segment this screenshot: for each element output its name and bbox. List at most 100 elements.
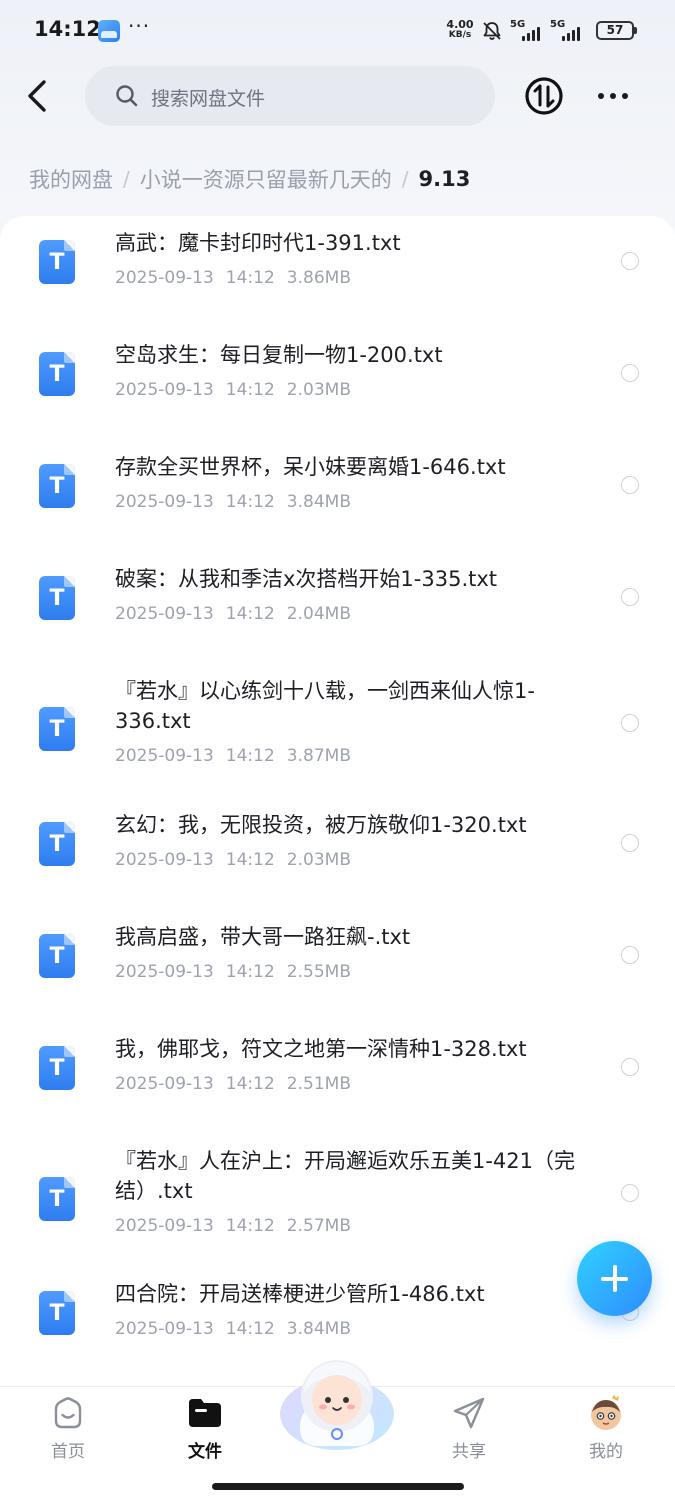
file-date: 2025-09-13 — [115, 746, 214, 766]
file-row[interactable]: T 空岛求生：每日复制一物1-200.txt 2025-09-13 14:12 2.03… — [0, 340, 675, 450]
nav-files[interactable]: 文件 — [145, 1387, 265, 1477]
file-time: 14:12 — [225, 1319, 275, 1339]
file-row[interactable]: T 破案：从我和季洁x次搭档开始1-335.txt 2025-09-13 14:12 2… — [0, 564, 675, 674]
select-checkbox[interactable] — [621, 252, 639, 270]
txt-file-icon: T — [39, 707, 75, 751]
file-size: 2.04MB — [286, 604, 351, 624]
file-name: 破案：从我和季洁x次搭档开始1-335.txt — [115, 567, 498, 591]
file-date: 2025-09-13 — [115, 962, 214, 982]
file-type-letter: T — [49, 1301, 65, 1326]
select-checkbox[interactable] — [621, 1058, 639, 1076]
status-more-dots: ··· — [128, 14, 151, 38]
file-row[interactable]: T 高武：魔卡封印时代1-391.txt 2025-09-13 14:12 3.86MB — [0, 228, 675, 338]
nav-home-label: 首页 — [51, 1442, 85, 1462]
breadcrumb-root[interactable]: 我的网盘 — [29, 164, 113, 194]
back-button[interactable] — [20, 74, 60, 118]
file-time: 14:12 — [225, 1074, 275, 1094]
avatar-icon — [591, 1395, 621, 1430]
file-list: T 高武：魔卡封印时代1-391.txt 2025-09-13 14:12 3.86MB… — [0, 216, 675, 1386]
file-size: 2.55MB — [286, 962, 351, 982]
txt-file-icon: T — [39, 822, 75, 866]
nav-mine-label: 我的 — [589, 1442, 623, 1462]
breadcrumb-current: 9.13 — [418, 167, 471, 191]
chevron-left-icon — [28, 80, 46, 112]
txt-file-icon: T — [39, 464, 75, 508]
battery-icon: 57 — [596, 21, 637, 40]
send-icon — [453, 1397, 485, 1429]
status-bar: 14:12 ··· 4.00 KB/s 5G 5G 57 — [0, 0, 675, 62]
txt-file-icon: T — [39, 1177, 75, 1221]
file-date: 2025-09-13 — [115, 1074, 214, 1094]
file-size: 2.51MB — [286, 1074, 351, 1094]
select-checkbox[interactable] — [621, 1184, 639, 1202]
file-type-letter: T — [49, 717, 65, 742]
nav-files-label: 文件 — [188, 1442, 222, 1462]
file-date: 2025-09-13 — [115, 1216, 214, 1236]
file-row[interactable]: T 『若水』人在沪上：开局邂逅欢乐五美1-421（完结）.txt 2025-09-1… — [0, 1146, 675, 1276]
breadcrumb-parent[interactable]: 小说一资源只留最新几天的 — [140, 164, 392, 194]
select-checkbox[interactable] — [621, 834, 639, 852]
assistant-button[interactable] — [278, 1352, 396, 1452]
file-name: 『若水』人在沪上：开局邂逅欢乐五美1-421（完结）.txt — [115, 1149, 576, 1203]
txt-file-icon: T — [39, 934, 75, 978]
signal-sim1-icon: 5G — [510, 19, 548, 41]
file-time: 14:12 — [225, 604, 275, 624]
file-type-letter: T — [49, 832, 65, 857]
nav-home[interactable]: 首页 — [8, 1387, 128, 1477]
folder-icon — [189, 1399, 221, 1427]
file-date: 2025-09-13 — [115, 268, 214, 288]
select-checkbox[interactable] — [621, 588, 639, 606]
file-type-letter: T — [49, 250, 65, 275]
file-meta: 2025-09-13 14:12 3.84MB — [115, 1319, 351, 1339]
home-icon — [54, 1397, 82, 1429]
search-input[interactable]: 搜索网盘文件 — [85, 66, 495, 126]
file-name: 玄幻：我，无限投资，被万族敬仰1-320.txt — [115, 813, 527, 837]
file-meta: 2025-09-13 14:12 2.55MB — [115, 962, 351, 982]
bell-muted-icon — [483, 22, 501, 40]
nav-mine[interactable]: 我的 — [546, 1387, 666, 1477]
breadcrumb-separator: / — [123, 167, 130, 191]
file-meta: 2025-09-13 14:12 2.57MB — [115, 1216, 351, 1236]
file-name: 空岛求生：每日复制一物1-200.txt — [115, 343, 443, 367]
file-type-letter: T — [49, 1056, 65, 1081]
select-checkbox[interactable] — [621, 476, 639, 494]
txt-file-icon: T — [39, 1291, 75, 1335]
file-row[interactable]: T 我，佛耶戈，符文之地第一深情种1-328.txt 2025-09-13 14:12… — [0, 1034, 675, 1144]
more-button[interactable] — [592, 80, 634, 112]
home-indicator — [212, 1483, 464, 1490]
file-size: 3.86MB — [286, 268, 351, 288]
select-checkbox[interactable] — [621, 714, 639, 732]
breadcrumb: 我的网盘 / 小说一资源只留最新几天的 / 9.13 — [29, 164, 470, 194]
file-meta: 2025-09-13 14:12 3.87MB — [115, 746, 351, 766]
file-meta: 2025-09-13 14:12 3.84MB — [115, 492, 351, 512]
file-time: 14:12 — [225, 746, 275, 766]
search-placeholder: 搜索网盘文件 — [151, 88, 266, 110]
select-checkbox[interactable] — [621, 946, 639, 964]
transfer-icon — [525, 77, 563, 115]
signal-sim2-icon: 5G — [550, 19, 588, 41]
txt-file-icon: T — [39, 352, 75, 396]
file-row[interactable]: T 『若水』以心练剑十八载，一剑西来仙人惊1-336.txt 2025-09-13 1… — [0, 676, 675, 806]
assistant-mascot-icon — [280, 1360, 394, 1450]
file-type-letter: T — [49, 944, 65, 969]
nav-share-label: 共享 — [452, 1442, 486, 1462]
search-icon — [116, 85, 138, 107]
nav-share[interactable]: 共享 — [409, 1387, 529, 1477]
select-checkbox[interactable] — [621, 364, 639, 382]
file-name: 『若水』以心练剑十八载，一剑西来仙人惊1-336.txt — [115, 679, 535, 733]
file-meta: 2025-09-13 14:12 3.86MB — [115, 268, 351, 288]
file-type-letter: T — [49, 362, 65, 387]
file-row[interactable]: T 玄幻：我，无限投资，被万族敬仰1-320.txt 2025-09-13 14:12… — [0, 810, 675, 920]
file-row[interactable]: T 我高启盛，带大哥一路狂飙-.txt 2025-09-13 14:12 2.55MB — [0, 922, 675, 1032]
file-meta: 2025-09-13 14:12 2.03MB — [115, 850, 351, 870]
file-date: 2025-09-13 — [115, 492, 214, 512]
file-time: 14:12 — [225, 962, 275, 982]
breadcrumb-separator: / — [401, 167, 409, 191]
add-button[interactable] — [577, 1241, 652, 1316]
file-time: 14:12 — [225, 850, 275, 870]
file-size: 3.84MB — [286, 492, 351, 512]
txt-file-icon: T — [39, 240, 75, 284]
transfer-button[interactable] — [524, 76, 564, 116]
file-meta: 2025-09-13 14:12 2.51MB — [115, 1074, 351, 1094]
file-row[interactable]: T 存款全买世界杯，呆小妹要离婚1-646.txt 2025-09-13 14:12 3… — [0, 452, 675, 562]
